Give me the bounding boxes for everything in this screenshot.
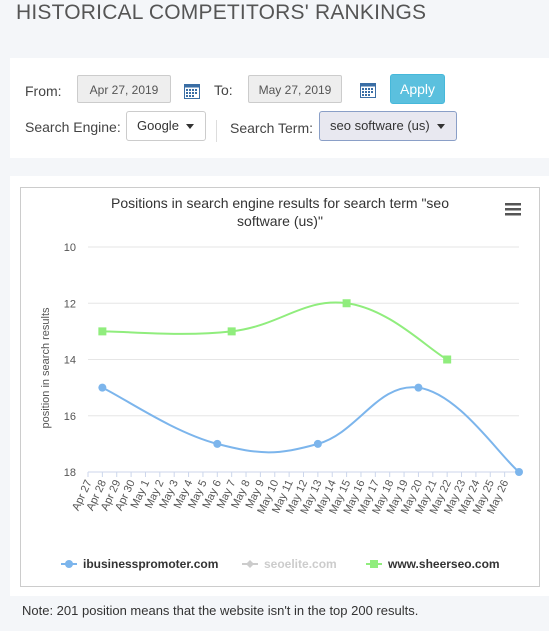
chart-title-line-2: software (us)" — [237, 213, 323, 229]
page-title: HISTORICAL COMPETITORS' RANKINGS — [16, 1, 427, 24]
legend-label: ibusinesspromoter.com — [83, 557, 218, 571]
legend-label: seoelite.com — [264, 557, 337, 571]
data-point — [98, 327, 107, 336]
search-term-dropdown[interactable]: seo software (us) — [319, 111, 457, 141]
to-label: To: — [214, 82, 233, 98]
from-label: From: — [25, 83, 62, 99]
divider — [216, 120, 217, 142]
series-line — [101, 386, 520, 473]
data-point — [443, 355, 452, 364]
data-point — [213, 439, 222, 448]
y-tick-label: 16 — [64, 411, 76, 423]
search-engine-label: Search Engine: — [25, 119, 121, 135]
legend-marker — [65, 560, 73, 568]
legend-item[interactable]: seoelite.com — [242, 557, 337, 571]
data-point — [98, 383, 107, 392]
footnote: Note: 201 position means that the websit… — [22, 603, 419, 618]
caret-down-icon — [437, 124, 445, 129]
legend-marker — [246, 560, 254, 568]
legend-item[interactable]: ibusinesspromoter.com — [61, 557, 218, 571]
data-point — [414, 383, 423, 392]
apply-button[interactable]: Apply — [390, 74, 445, 104]
caret-down-icon — [186, 124, 194, 129]
y-axis-label: position in search results — [40, 307, 52, 429]
search-engine-dropdown[interactable]: Google — [126, 111, 206, 141]
data-point — [313, 439, 322, 448]
y-tick-label: 18 — [64, 467, 76, 479]
to-date-input[interactable]: May 27, 2019 — [248, 75, 342, 103]
data-point — [515, 468, 523, 476]
y-tick-label: 10 — [64, 242, 76, 254]
filter-panel: From: Apr 27, 2019 To: May 27, 2019 Appl… — [10, 58, 549, 158]
search-term-label: Search Term: — [230, 120, 313, 136]
data-point — [342, 299, 351, 308]
rankings-chart: Positions in search engine results for s… — [40, 195, 523, 571]
calendar-icon[interactable] — [184, 83, 200, 99]
chart-container: Positions in search engine results for s… — [20, 187, 540, 587]
search-term-value: seo software (us) — [330, 118, 430, 133]
legend-label: www.sheerseo.com — [387, 557, 500, 571]
legend-item[interactable]: www.sheerseo.com — [366, 557, 500, 571]
hamburger-menu-icon[interactable] — [505, 203, 521, 216]
calendar-icon[interactable] — [360, 82, 376, 98]
from-date-input[interactable]: Apr 27, 2019 — [77, 75, 171, 103]
y-tick-label: 12 — [64, 298, 76, 310]
chart-title-line-1: Positions in search engine results for s… — [111, 195, 449, 211]
data-point — [227, 327, 236, 336]
search-engine-value: Google — [137, 118, 179, 133]
series-line — [102, 301, 448, 361]
legend-marker — [370, 560, 378, 568]
y-tick-label: 14 — [64, 355, 76, 367]
